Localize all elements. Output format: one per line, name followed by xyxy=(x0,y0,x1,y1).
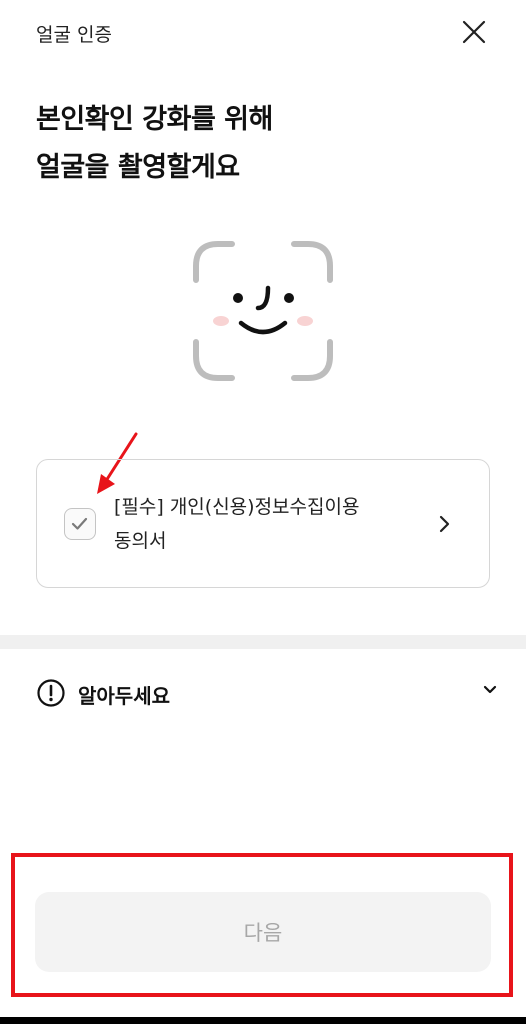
chevron-down-icon xyxy=(483,685,497,694)
headline: 본인확인 강화를 위해 얼굴을 촬영할게요 xyxy=(36,96,273,192)
notice-label: 알아두세요 xyxy=(78,684,170,708)
face-illustration xyxy=(188,236,338,386)
consent-label-line-2: 동의서 xyxy=(114,530,167,552)
section-divider xyxy=(0,635,526,649)
close-icon xyxy=(462,20,486,44)
consent-card[interactable]: [필수] 개인(신용)정보수집이용 동의서 xyxy=(36,459,490,588)
consent-label: [필수] 개인(신용)정보수집이용 동의서 xyxy=(114,490,414,558)
chevron-right-icon xyxy=(439,515,450,533)
info-circle-icon xyxy=(37,679,65,707)
header: 얼굴 인증 xyxy=(0,0,526,66)
headline-line-1: 본인확인 강화를 위해 xyxy=(36,104,273,135)
consent-checkbox[interactable] xyxy=(64,508,96,540)
close-button[interactable] xyxy=(454,14,494,54)
next-button[interactable]: 다음 xyxy=(35,892,491,972)
consent-label-line-1: [필수] 개인(신용)정보수집이용 xyxy=(114,496,360,518)
next-button-label: 다음 xyxy=(243,921,283,945)
bottom-bar xyxy=(0,1017,526,1024)
face-scan-icon xyxy=(193,241,333,381)
notice-accordion[interactable]: 알아두세요 xyxy=(0,664,526,724)
check-icon xyxy=(71,517,88,530)
page-title: 얼굴 인증 xyxy=(36,24,112,46)
headline-line-2: 얼굴을 촬영할게요 xyxy=(36,152,240,183)
